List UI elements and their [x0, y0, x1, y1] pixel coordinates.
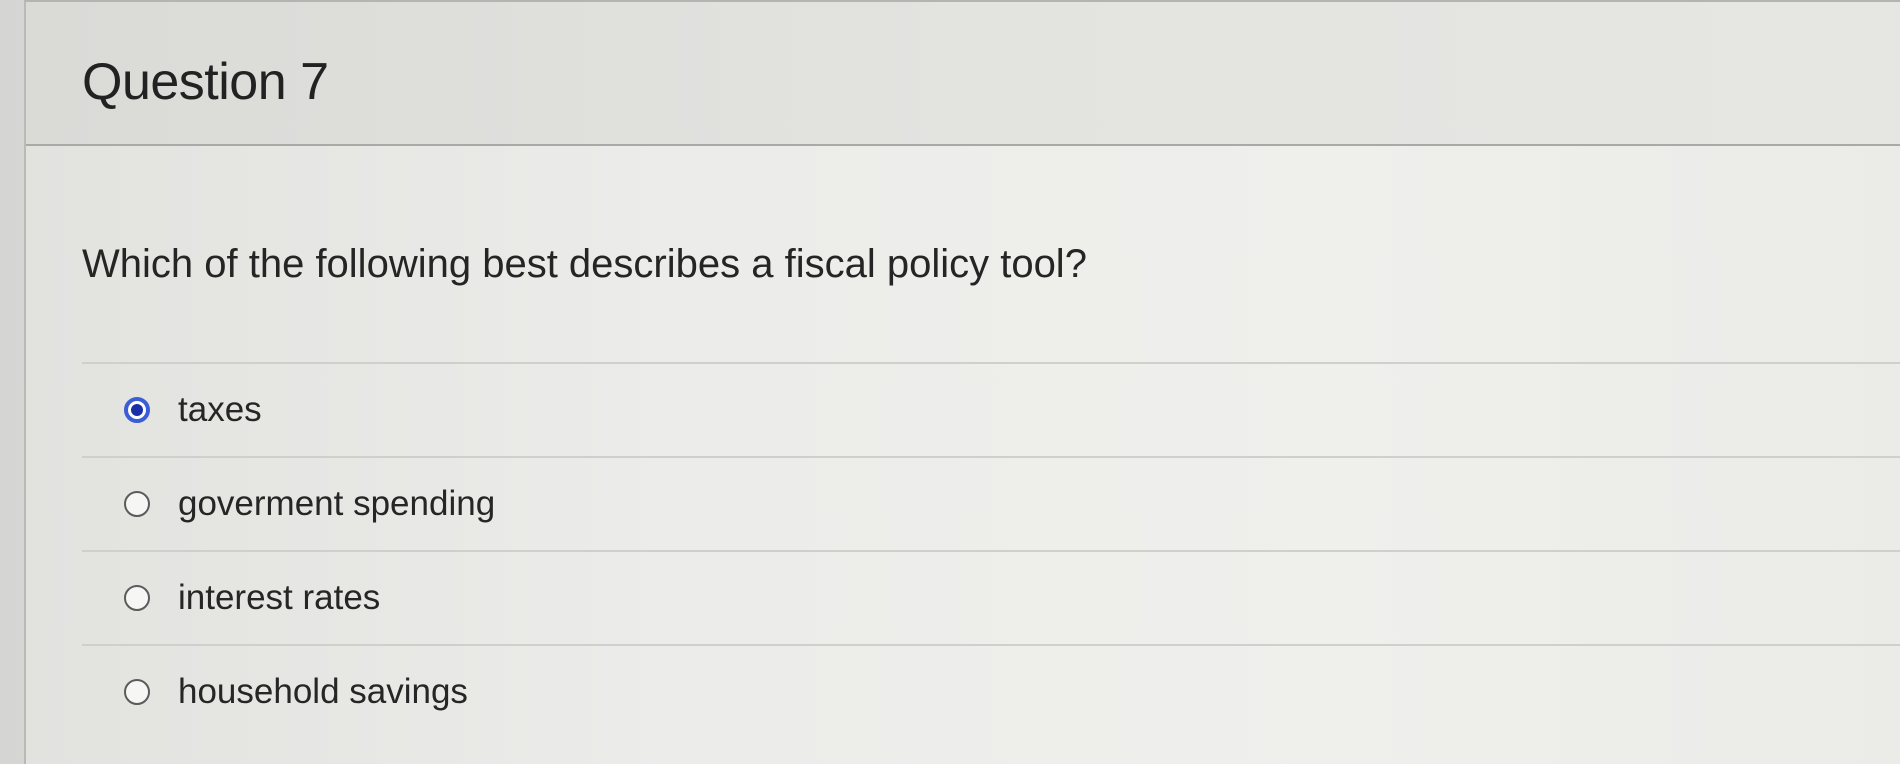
answer-option-household-savings[interactable]: household savings — [82, 646, 1900, 738]
question-card: Question 7 Which of the following best d… — [24, 0, 1900, 764]
answer-option-interest-rates[interactable]: interest rates — [82, 552, 1900, 646]
question-title: Question 7 — [82, 53, 329, 111]
radio-selected-icon[interactable] — [124, 397, 150, 423]
answer-option-label: household savings — [178, 672, 468, 711]
answer-option-label: interest rates — [178, 578, 381, 617]
question-prompt: Which of the following best describes a … — [82, 242, 1087, 286]
answer-option-label: goverment spending — [178, 484, 496, 523]
radio-unselected-icon[interactable] — [124, 491, 150, 517]
answer-option-label: taxes — [178, 390, 262, 429]
screen: Question 7 Which of the following best d… — [0, 0, 1900, 764]
question-header: Question 7 — [26, 2, 1900, 146]
radio-unselected-icon[interactable] — [124, 679, 150, 705]
answer-option-taxes[interactable]: taxes — [82, 364, 1900, 458]
radio-unselected-icon[interactable] — [124, 585, 150, 611]
answer-option-government-spending[interactable]: goverment spending — [82, 458, 1900, 552]
answer-options: taxes goverment spending interest rates … — [82, 362, 1900, 738]
